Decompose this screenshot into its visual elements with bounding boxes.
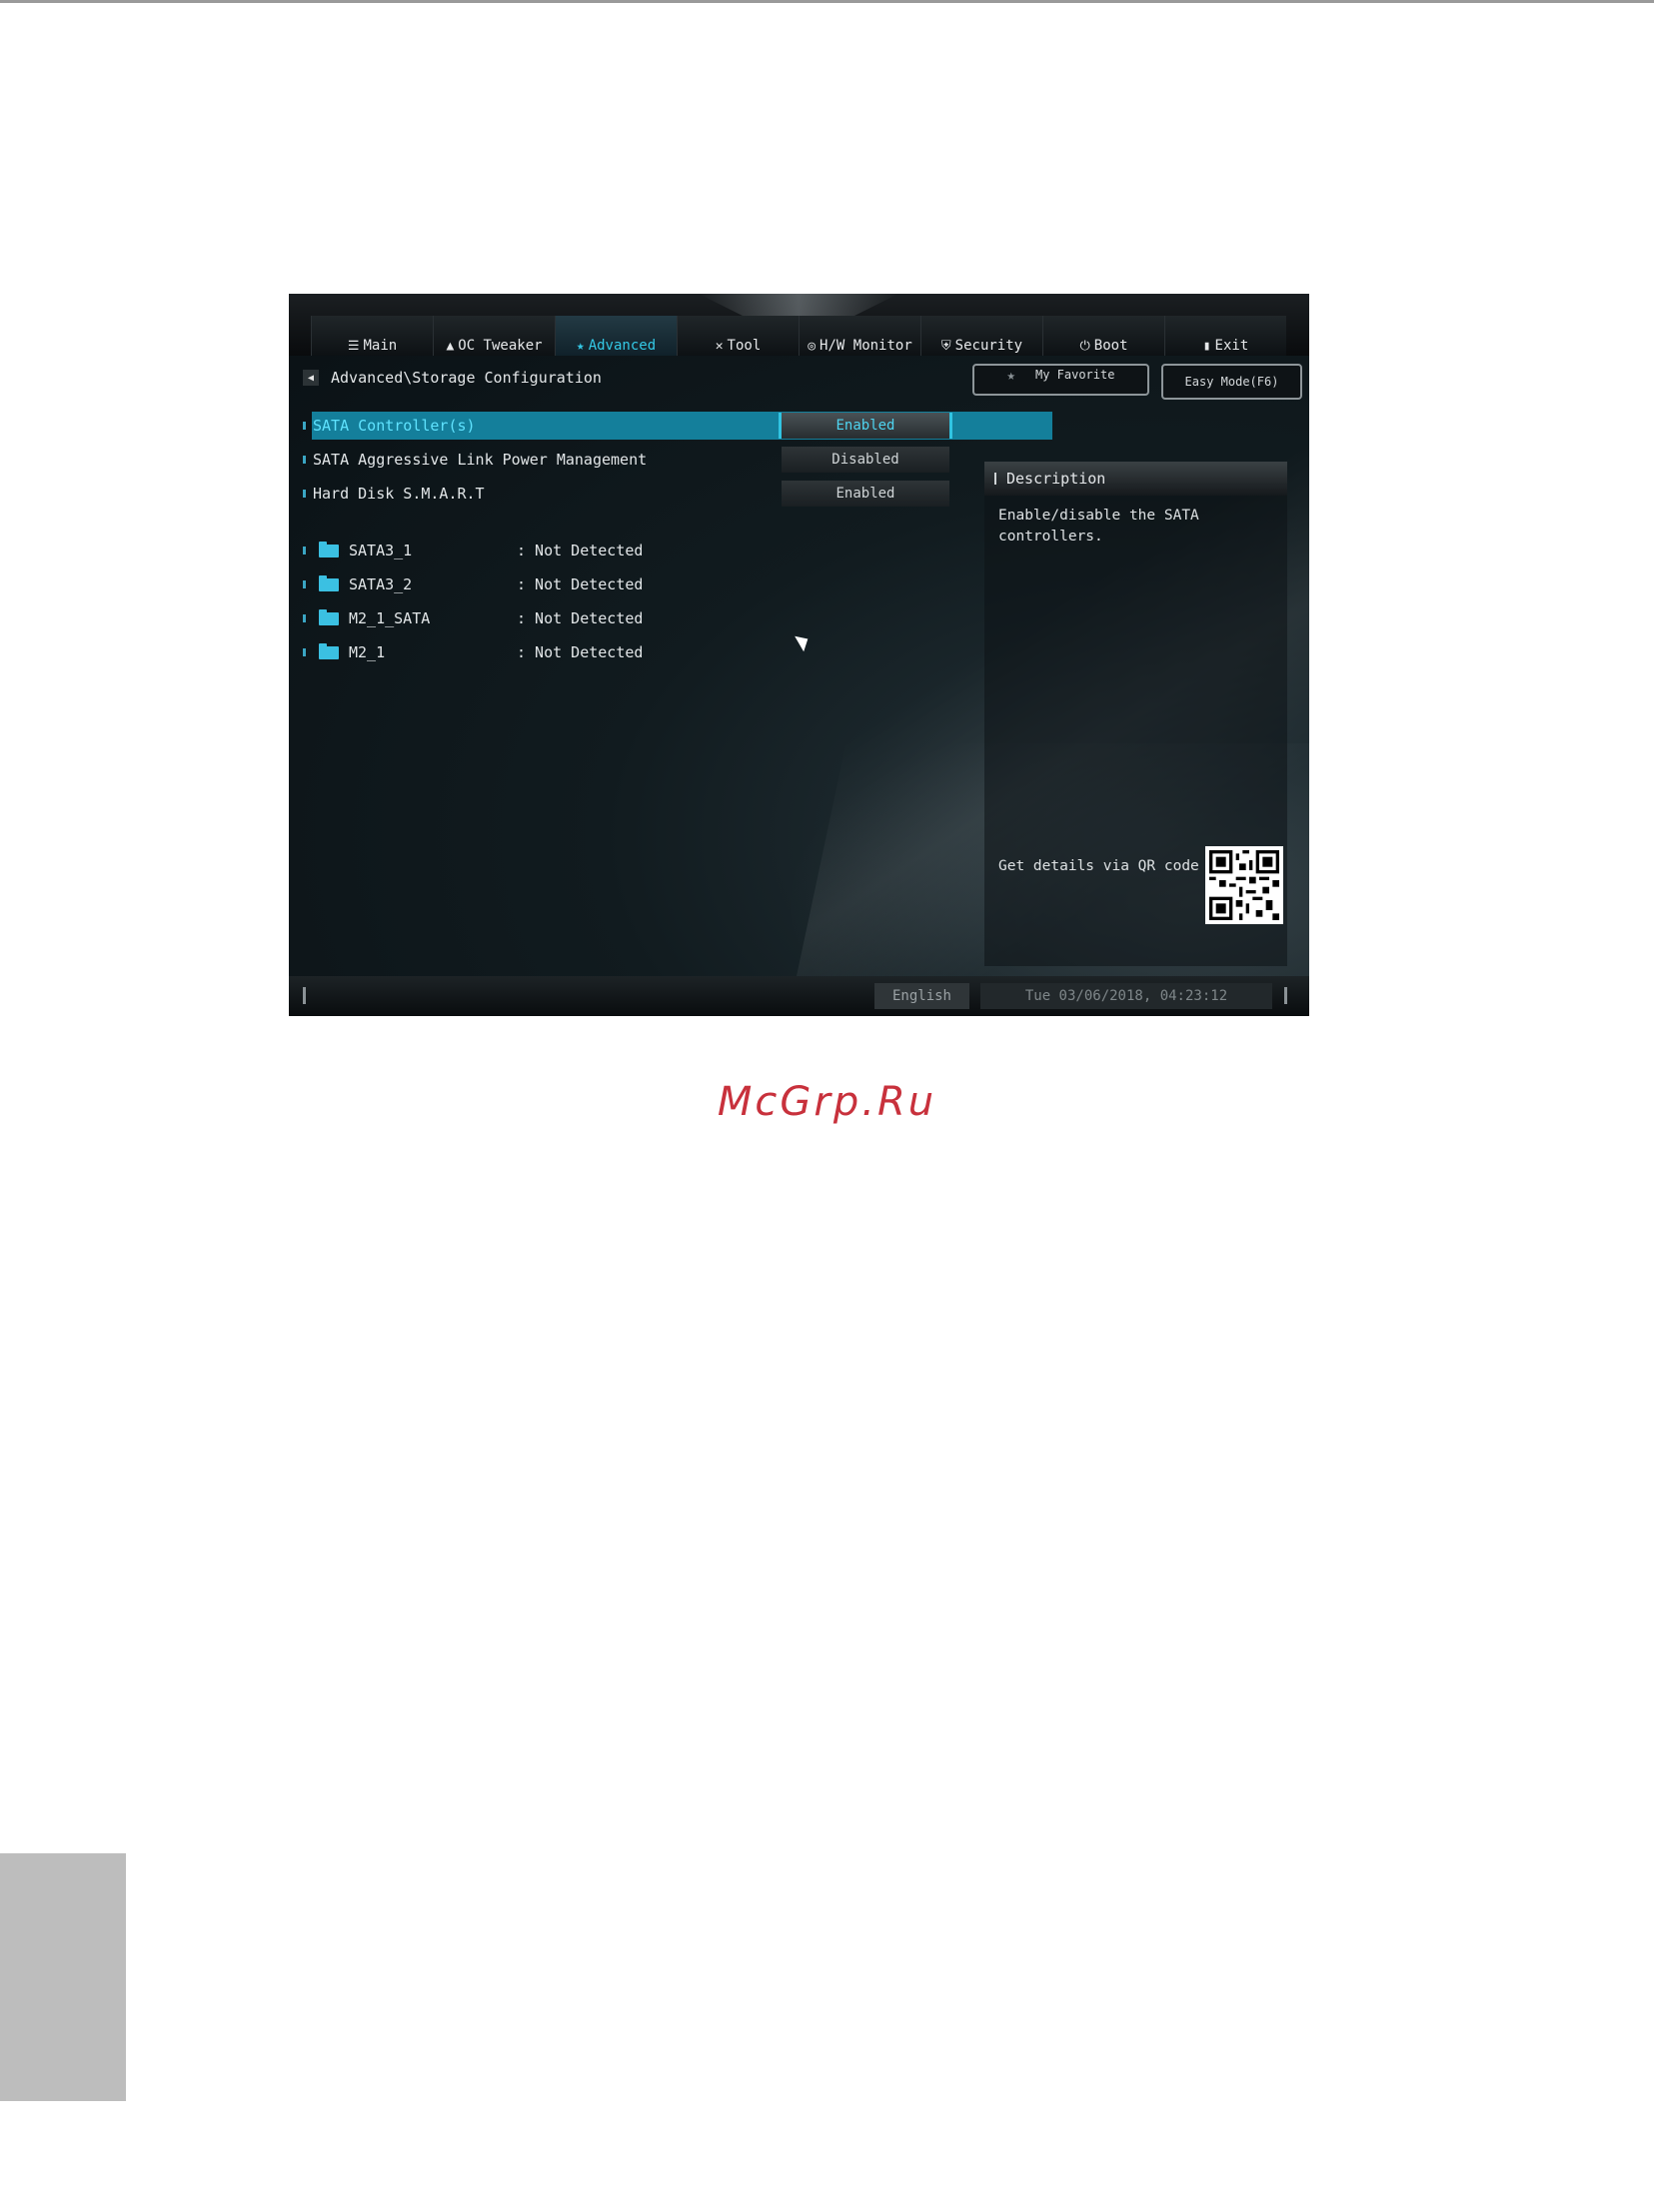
- row-marker: [303, 580, 306, 588]
- row-marker: [303, 547, 306, 554]
- hard-disk-smart-value[interactable]: Enabled: [782, 481, 949, 507]
- row-marker: [303, 614, 306, 622]
- header-marker: [994, 473, 996, 485]
- my-favorite-button[interactable]: ★ My Favorite: [972, 364, 1149, 396]
- tab-main[interactable]: ☰ Main: [311, 316, 433, 356]
- setting-hard-disk-smart[interactable]: Hard Disk S.M.A.R.T: [303, 481, 485, 507]
- side-tab: [0, 1853, 126, 2101]
- device-m2-1-sata[interactable]: M2_1_SATA : Not Detected: [303, 605, 643, 631]
- tab-bar: ☰ Main ▲ OC Tweaker ★ Advanced ✕ Tool ◎ …: [311, 316, 1286, 356]
- folder-icon: [319, 642, 339, 659]
- breadcrumb: ◀ Advanced\Storage Configuration: [303, 369, 602, 387]
- sata-link-power-value[interactable]: Disabled: [782, 447, 949, 473]
- star-arrow-icon: ★: [576, 339, 585, 354]
- back-arrow-icon: ◀: [307, 372, 315, 384]
- list-icon: ☰: [347, 339, 360, 354]
- description-header: Description: [984, 462, 1287, 496]
- folder-icon: [319, 574, 339, 591]
- rocket-icon: ▲: [446, 339, 455, 354]
- footer-tick-right: [1284, 987, 1287, 1004]
- breadcrumb-path: Advanced\Storage Configuration: [331, 369, 602, 387]
- folder-icon: [319, 541, 339, 557]
- tab-security[interactable]: ⛨ Security: [920, 316, 1042, 356]
- star-icon: ★: [1006, 368, 1015, 384]
- device-sata3-2[interactable]: SATA3_2 : Not Detected: [303, 571, 643, 597]
- power-icon: ⏻: [1079, 339, 1090, 354]
- easy-mode-button[interactable]: Easy Mode(F6): [1161, 364, 1302, 400]
- row-marker: [303, 648, 306, 656]
- tab-oc-tweaker[interactable]: ▲ OC Tweaker: [433, 316, 555, 356]
- row-marker: [303, 456, 306, 464]
- folder-icon: [319, 608, 339, 625]
- bios-window: ☰ Main ▲ OC Tweaker ★ Advanced ✕ Tool ◎ …: [289, 294, 1309, 1016]
- qr-code-icon: [1205, 846, 1283, 924]
- back-button[interactable]: ◀: [303, 370, 319, 386]
- top-rule: [0, 0, 1654, 3]
- tab-hw-monitor[interactable]: ◎ H/W Monitor: [799, 316, 920, 356]
- setting-sata-controllers[interactable]: SATA Controller(s): [303, 413, 476, 439]
- monitor-icon: ◎: [808, 339, 817, 354]
- description-panel: Description Enable/disable the SATA cont…: [984, 462, 1287, 966]
- status-bar: English Tue 03/06/2018, 04:23:12: [289, 976, 1309, 1016]
- mouse-pointer-icon: [795, 630, 813, 652]
- device-sata3-1[interactable]: SATA3_1 : Not Detected: [303, 538, 643, 563]
- setting-sata-link-power[interactable]: SATA Aggressive Link Power Management: [303, 447, 647, 473]
- tab-tool[interactable]: ✕ Tool: [677, 316, 799, 356]
- bios-header: ☰ Main ▲ OC Tweaker ★ Advanced ✕ Tool ◎ …: [289, 294, 1309, 356]
- sata-controllers-value[interactable]: Enabled: [779, 413, 952, 439]
- description-text: Enable/disable the SATA controllers.: [998, 508, 1199, 545]
- tab-boot[interactable]: ⏻ Boot: [1042, 316, 1164, 356]
- tab-advanced[interactable]: ★ Advanced: [555, 316, 677, 356]
- device-m2-1[interactable]: M2_1 : Not Detected: [303, 639, 643, 665]
- row-marker: [303, 422, 306, 430]
- tab-exit[interactable]: ▮ Exit: [1164, 316, 1286, 356]
- qr-label: Get details via QR code: [998, 858, 1199, 874]
- datetime-display: Tue 03/06/2018, 04:23:12: [980, 983, 1272, 1009]
- shield-icon: ⛨: [940, 339, 951, 354]
- tools-icon: ✕: [715, 339, 724, 354]
- exit-icon: ▮: [1202, 339, 1211, 354]
- footer-tick-left: [303, 987, 306, 1004]
- row-marker: [303, 490, 306, 498]
- language-button[interactable]: English: [874, 983, 969, 1009]
- watermark-text: McGrp.Ru: [717, 1079, 937, 1125]
